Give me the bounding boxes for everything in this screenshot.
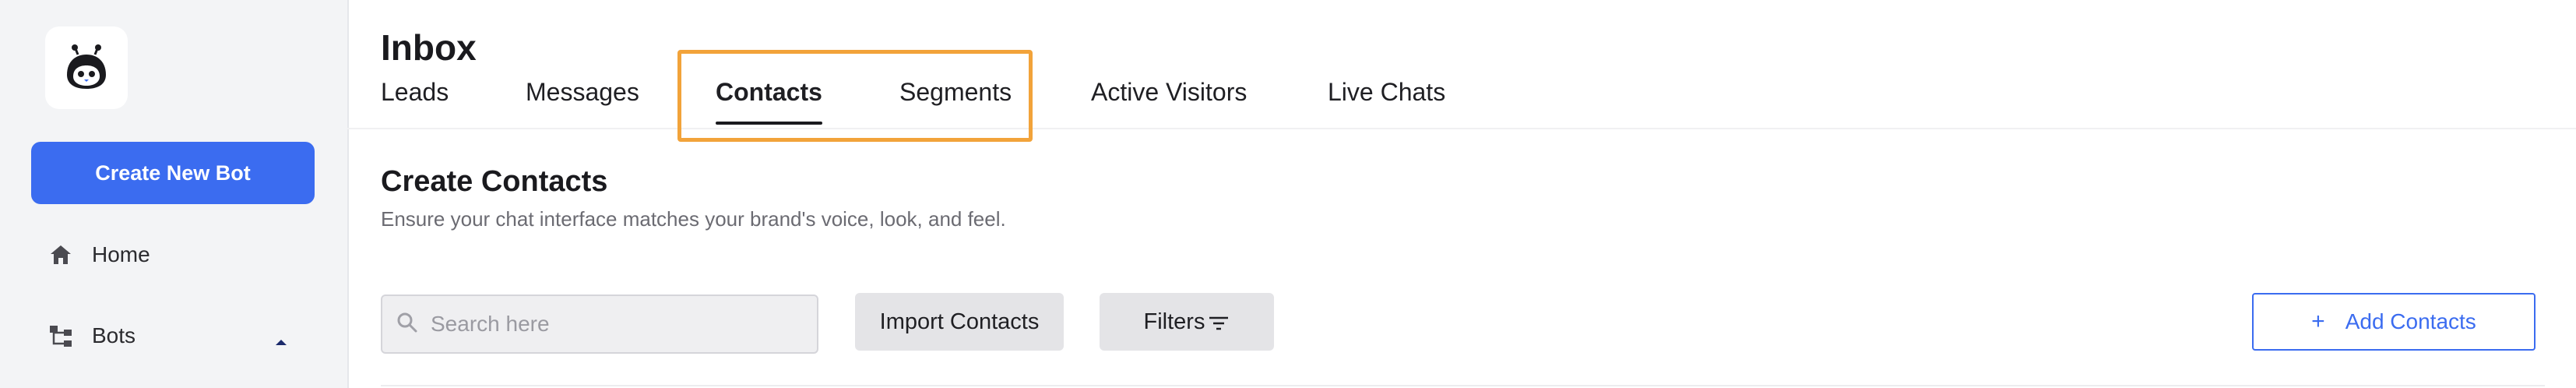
sidebar-item-label: Home — [92, 242, 150, 266]
sidebar: Create New Bot Home Bots — [0, 0, 349, 388]
sidebar-item-label: Bots — [92, 323, 136, 347]
home-icon — [47, 241, 75, 269]
sidebar-item-bots[interactable]: Bots — [47, 316, 304, 355]
chevron-up-icon[interactable] — [274, 327, 288, 352]
create-new-bot-button[interactable]: Create New Bot — [31, 142, 315, 204]
filter-icon — [1208, 312, 1230, 337]
search-icon — [396, 312, 418, 337]
tab-messages[interactable]: Messages — [526, 75, 639, 129]
bot-logo-icon[interactable] — [45, 26, 128, 109]
plus-icon: + — [2311, 309, 2325, 334]
highlight-annotation — [677, 50, 1033, 142]
import-contacts-button[interactable]: Import Contacts — [855, 293, 1064, 351]
tab-active-visitors[interactable]: Active Visitors — [1091, 75, 1247, 129]
search-input[interactable] — [429, 311, 790, 337]
add-contacts-label: Add Contacts — [2345, 309, 2476, 333]
table-top-divider — [381, 385, 2545, 386]
page-title: Inbox — [381, 27, 477, 68]
tab-live-chats[interactable]: Live Chats — [1328, 75, 1445, 129]
search-box[interactable] — [381, 295, 818, 354]
section-subtitle: Ensure your chat interface matches your … — [381, 207, 1006, 231]
filters-label: Filters — [1143, 309, 1205, 334]
sidebar-item-home[interactable]: Home — [47, 235, 304, 274]
tab-leads[interactable]: Leads — [381, 75, 449, 129]
section-title: Create Contacts — [381, 165, 608, 198]
bots-tree-icon — [47, 322, 75, 350]
add-contacts-button[interactable]: + Add Contacts — [2252, 293, 2536, 351]
filters-button[interactable]: Filters — [1100, 293, 1274, 351]
